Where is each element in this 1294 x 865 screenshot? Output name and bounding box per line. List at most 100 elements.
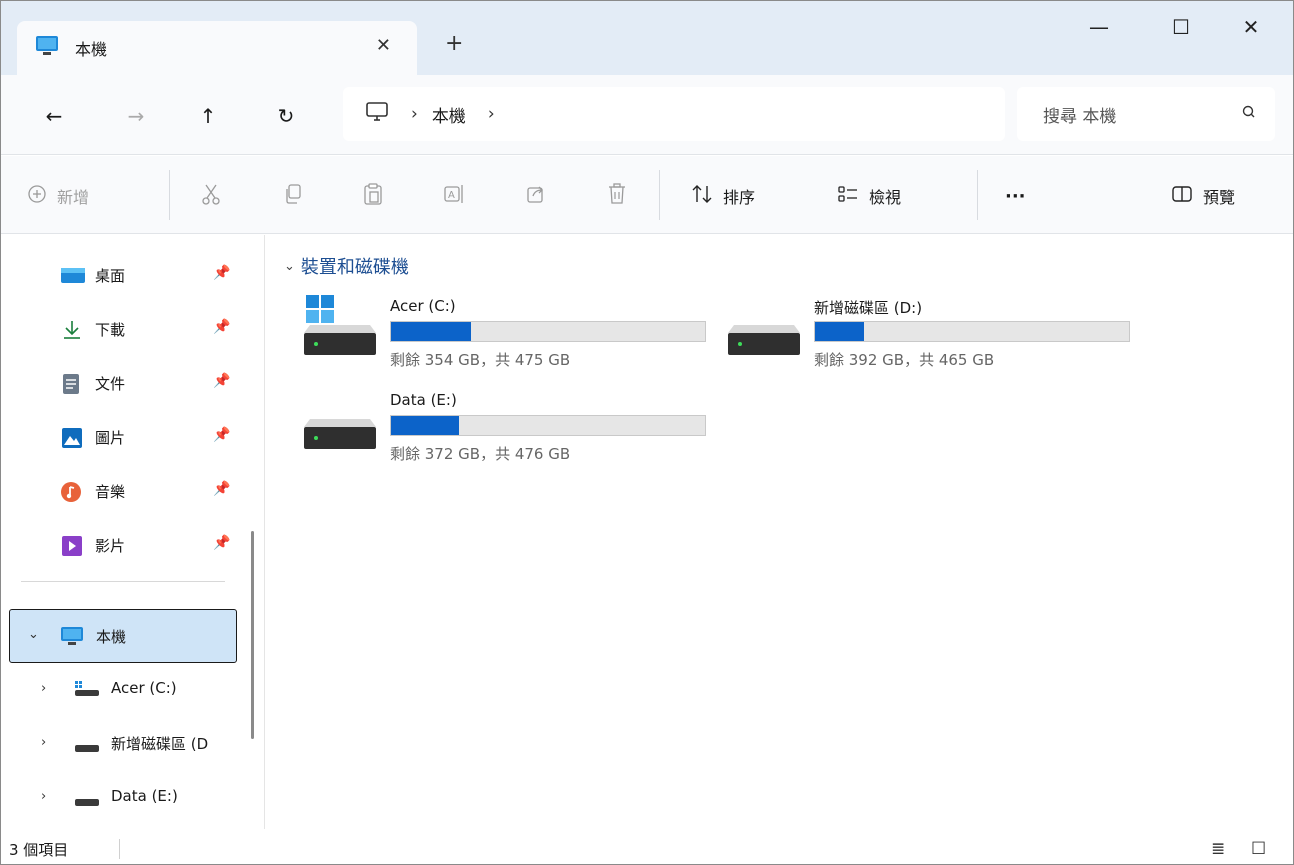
sidebar-item-drive-d[interactable]: › 新增磁碟區 (D xyxy=(1,723,237,763)
new-button[interactable]: 新增 xyxy=(27,182,89,210)
tab-this-pc[interactable]: 本機 ✕ xyxy=(17,21,417,75)
search-input[interactable]: 搜尋 本機 xyxy=(1017,87,1275,141)
drive-name: Data (E:) xyxy=(390,391,457,409)
file-explorer-window: 本機 ✕ + — ☐ ✕ ← → ↑ ↻ › 本機 › 搜尋 本機 新增 A 排… xyxy=(0,0,1294,865)
tab-label: 本機 xyxy=(75,40,108,59)
sidebar-item-label: 圖片 xyxy=(95,429,126,447)
share-button[interactable] xyxy=(525,182,547,210)
sort-button[interactable]: 排序 xyxy=(691,182,755,210)
search-placeholder: 搜尋 本機 xyxy=(1043,106,1117,127)
command-bar: 新增 A 排序 檢視 ··· 預覽 xyxy=(1,156,1293,234)
rename-button[interactable]: A xyxy=(443,182,465,210)
breadcrumb-separator[interactable]: › xyxy=(488,104,495,124)
download-icon xyxy=(61,320,83,344)
minimize-button[interactable]: — xyxy=(1069,15,1129,45)
chevron-down-icon[interactable]: ⌄ xyxy=(28,627,39,642)
pictures-icon xyxy=(61,428,83,452)
title-bar: 本機 ✕ + — ☐ ✕ xyxy=(1,1,1293,75)
drive-icon xyxy=(75,793,99,811)
group-header[interactable]: ⌄ 裝置和磁碟機 xyxy=(284,253,409,279)
monitor-icon xyxy=(60,626,84,650)
pin-icon[interactable]: 📌 xyxy=(213,319,230,335)
chevron-right-icon[interactable]: › xyxy=(41,681,46,696)
divider xyxy=(659,170,660,220)
navigation-pane: 桌面 📌 下載 📌 文件 📌 圖片 📌 音樂 📌 影片 📌 ⌄ 本機 › Ace… xyxy=(1,235,265,829)
sidebar-item-pictures[interactable]: 圖片 📌 xyxy=(1,417,237,457)
view-label: 檢視 xyxy=(869,188,902,207)
back-button[interactable]: ← xyxy=(39,101,69,131)
pin-icon[interactable]: 📌 xyxy=(213,481,230,497)
pin-icon[interactable]: 📌 xyxy=(213,535,230,551)
chevron-right-icon[interactable]: › xyxy=(41,789,46,804)
item-count: 3 個項目 xyxy=(9,841,69,859)
svg-text:A: A xyxy=(448,190,455,201)
view-button[interactable]: 檢視 xyxy=(837,182,901,210)
sidebar-item-documents[interactable]: 文件 📌 xyxy=(1,363,237,403)
cut-button[interactable] xyxy=(201,182,221,210)
sidebar-item-label: Data (E:) xyxy=(111,787,178,805)
sidebar-item-this-pc[interactable]: ⌄ 本機 xyxy=(9,609,237,663)
pin-icon[interactable]: 📌 xyxy=(213,265,230,281)
sidebar-item-videos[interactable]: 影片 📌 xyxy=(1,525,237,565)
sidebar-item-downloads[interactable]: 下載 📌 xyxy=(1,309,237,349)
plus-circle-icon xyxy=(27,184,47,208)
up-button[interactable]: ↑ xyxy=(193,101,223,131)
chevron-down-icon[interactable]: ⌄ xyxy=(284,259,295,274)
new-label: 新增 xyxy=(57,188,90,207)
maximize-button[interactable]: ☐ xyxy=(1151,15,1211,45)
divider xyxy=(119,839,120,859)
sidebar-item-label: 桌面 xyxy=(95,267,126,285)
drive-free-space: 剩餘 354 GB，共 475 GB xyxy=(390,351,571,369)
monitor-icon xyxy=(35,35,59,61)
sidebar-item-music[interactable]: 音樂 📌 xyxy=(1,471,237,511)
sidebar-item-desktop[interactable]: 桌面 📌 xyxy=(1,255,237,295)
pin-icon[interactable]: 📌 xyxy=(213,427,230,443)
divider xyxy=(169,170,170,220)
documents-icon xyxy=(61,374,83,398)
close-window-button[interactable]: ✕ xyxy=(1221,15,1281,45)
capacity-bar-fill xyxy=(391,322,472,341)
rename-icon: A xyxy=(443,183,465,209)
sidebar-item-label: 本機 xyxy=(96,628,127,646)
capacity-bar-fill xyxy=(815,322,865,341)
address-bar[interactable]: › 本機 › xyxy=(343,87,1005,141)
breadcrumb-separator[interactable]: › xyxy=(411,104,418,124)
drive-tile-c[interactable]: Acer (C:) 剩餘 354 GB，共 475 GB xyxy=(266,295,706,377)
sidebar-scrollbar[interactable] xyxy=(251,531,254,739)
sidebar-item-drive-c[interactable]: › Acer (C:) xyxy=(1,669,237,709)
preview-pane-button[interactable]: 預覽 xyxy=(1171,182,1235,210)
drive-tile-d[interactable]: 新增磁碟區 (D:) 剩餘 392 GB，共 465 GB xyxy=(690,297,1130,377)
more-options-button[interactable]: ··· xyxy=(1005,182,1026,210)
navigation-bar: ← → ↑ ↻ › 本機 › 搜尋 本機 xyxy=(1,75,1293,155)
refresh-button[interactable]: ↻ xyxy=(271,101,301,131)
forward-button[interactable]: → xyxy=(121,101,151,131)
hard-drive-icon xyxy=(728,325,800,359)
status-bar: 3 個項目 ≣ ☐ xyxy=(1,829,1293,864)
new-tab-button[interactable]: + xyxy=(445,31,463,56)
share-icon xyxy=(525,183,547,209)
search-icon[interactable] xyxy=(1241,104,1257,127)
delete-button[interactable] xyxy=(607,182,627,210)
details-view-icon[interactable]: ≣ xyxy=(1211,839,1225,859)
capacity-bar-fill xyxy=(391,416,460,435)
breadcrumb-this-pc[interactable]: 本機 xyxy=(432,102,466,127)
close-tab-icon[interactable]: ✕ xyxy=(376,35,391,56)
drive-name: 新增磁碟區 (D:) xyxy=(814,299,923,317)
tiles-view-icon[interactable]: ☐ xyxy=(1251,839,1266,859)
paste-button[interactable] xyxy=(363,182,383,210)
sort-icon xyxy=(691,184,713,208)
view-icon xyxy=(837,184,859,208)
drive-free-space: 剩餘 392 GB，共 465 GB xyxy=(814,351,995,369)
sidebar-divider xyxy=(21,581,225,582)
chevron-right-icon[interactable]: › xyxy=(41,735,46,750)
sidebar-item-drive-e[interactable]: › Data (E:) xyxy=(1,777,237,817)
sidebar-item-label: 文件 xyxy=(95,375,126,393)
copy-button[interactable] xyxy=(283,182,303,210)
trash-icon xyxy=(607,183,627,209)
content-pane: ⌄ 裝置和磁碟機 Acer (C:) 剩餘 354 GB，共 475 GB 新增… xyxy=(266,235,1293,829)
preview-pane-icon xyxy=(1171,185,1193,207)
music-icon xyxy=(61,482,83,506)
drive-tile-e[interactable]: Data (E:) 剩餘 372 GB，共 476 GB xyxy=(266,391,706,471)
capacity-bar xyxy=(390,415,706,436)
pin-icon[interactable]: 📌 xyxy=(213,373,230,389)
